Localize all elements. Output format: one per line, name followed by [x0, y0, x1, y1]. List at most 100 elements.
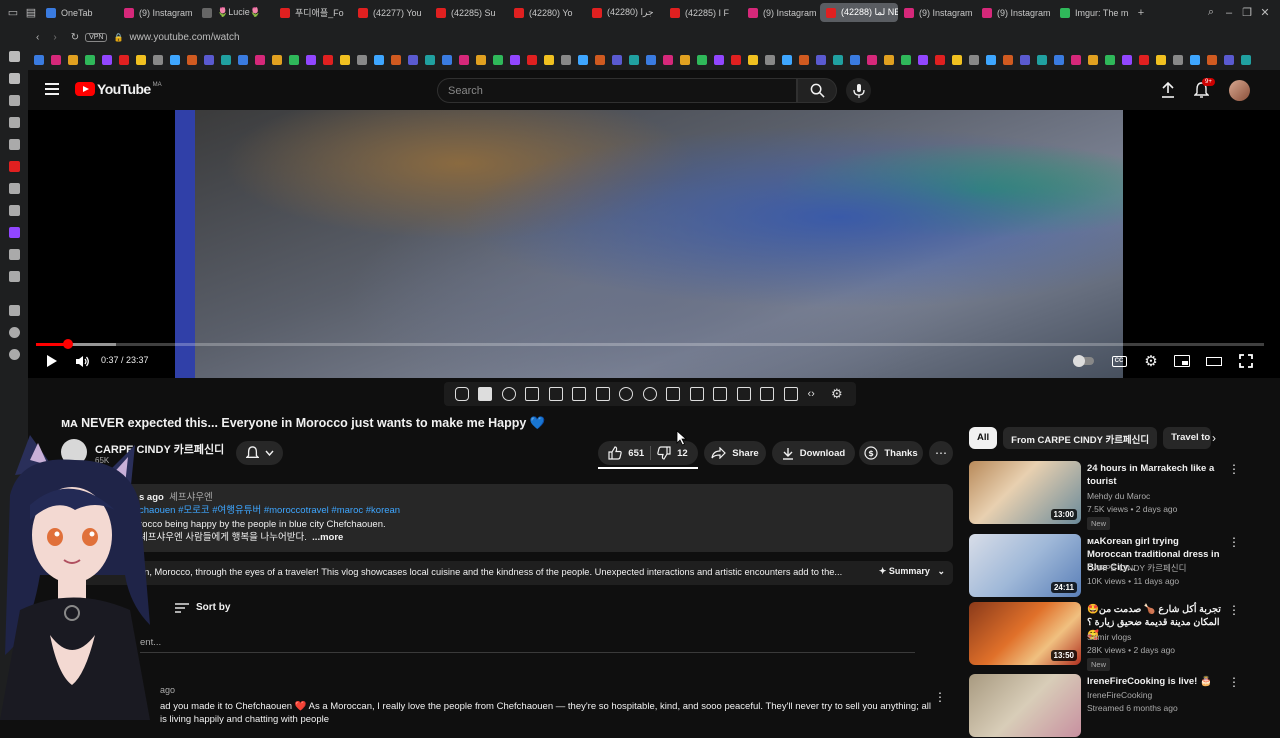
fullscreen-button[interactable] — [1237, 352, 1255, 370]
bookmark-icon[interactable] — [1122, 54, 1132, 65]
notifications-button[interactable]: 9+ — [1192, 78, 1215, 99]
chip-all[interactable]: All — [969, 427, 998, 449]
search-tabs-icon[interactable]: ⌕ — [1202, 4, 1220, 22]
video-thumbnail[interactable] — [969, 674, 1081, 737]
sidebar-twitch-icon[interactable] — [8, 227, 20, 238]
miniplayer-button[interactable] — [1173, 352, 1191, 370]
volume-button[interactable] — [74, 352, 90, 370]
bookmark-icon[interactable] — [68, 54, 78, 65]
scrubber-handle[interactable] — [62, 339, 73, 349]
reload-icon[interactable]: ↻ — [71, 32, 79, 43]
bookmark-icon[interactable] — [1020, 54, 1030, 65]
bookmark-icon[interactable] — [544, 54, 554, 65]
bookmark-icon[interactable] — [986, 54, 996, 65]
bookmark-icon[interactable] — [391, 54, 401, 65]
minimize-icon[interactable]: – — [1220, 4, 1238, 22]
restore-icon[interactable]: ❐ — [1238, 4, 1256, 22]
bookmark-icon[interactable] — [510, 54, 520, 65]
bookmark-icon[interactable] — [306, 54, 316, 65]
bookmark-icon[interactable] — [1241, 54, 1251, 65]
bookmark-icon[interactable] — [680, 54, 690, 65]
bookmark-icon[interactable] — [1037, 54, 1047, 65]
youtube-logo[interactable]: YouTube MA — [75, 81, 162, 97]
progress-bar[interactable] — [36, 339, 1264, 349]
bookmark-icon[interactable] — [357, 54, 367, 65]
recommendation-item[interactable]: 13:00 24 hours in Marrakech like a touri… — [969, 461, 1269, 530]
bookmark-icon[interactable] — [765, 54, 775, 65]
chips-next-button[interactable]: › — [1212, 431, 1216, 445]
popout-icon[interactable] — [572, 387, 587, 401]
bookmark-icon[interactable] — [969, 54, 979, 65]
recommendation-channel[interactable]: CARPE CINDY 카르페신디 — [1087, 562, 1186, 574]
show-more-link[interactable]: ...more — [312, 532, 343, 543]
menu-icon[interactable] — [45, 83, 59, 95]
recommendation-item[interactable]: 24:11 ᴍᴀKorean girl trying Moroccan trad… — [969, 534, 1269, 598]
tab-youtube[interactable]: (42285) I F — [664, 3, 742, 22]
bookmark-icon[interactable] — [51, 54, 61, 65]
recommendation-item[interactable]: 13:50 🤩تجربة أكل شارع 🍗 صدمت من المكان م… — [969, 602, 1269, 671]
bookmark-icon[interactable] — [646, 54, 656, 65]
subscription-bell-button[interactable] — [236, 441, 283, 465]
tab-instagram[interactable]: (9) Instagram — [976, 3, 1054, 22]
screenshot-icon[interactable] — [760, 387, 775, 401]
recommendation-menu-button[interactable]: ⋮ — [1228, 603, 1240, 617]
sidebar-x-icon[interactable] — [8, 139, 20, 150]
audio-icon[interactable] — [501, 387, 516, 401]
stop-icon[interactable] — [478, 387, 493, 401]
description-box[interactable]: s ago 셰프샤우엔 chaouen #모로코 #여행유튜버 #morocco… — [61, 484, 953, 552]
tab-instagram[interactable]: (9) Instagram — [742, 3, 820, 22]
search-button[interactable] — [797, 78, 837, 103]
like-button[interactable]: 651 — [608, 446, 644, 460]
bookmark-icon[interactable] — [697, 54, 707, 65]
video-thumbnail[interactable]: 13:00 — [969, 461, 1081, 524]
summary-button[interactable]: ✦ Summary ⌄ — [870, 566, 945, 577]
bookmark-icon[interactable] — [238, 54, 248, 65]
recommendation-title[interactable]: 24 hours in Marrakech like a tourist — [1087, 462, 1221, 488]
video-thumbnail[interactable]: 24:11 — [969, 534, 1081, 597]
browser-menu-icon[interactable]: ▭ — [4, 4, 22, 22]
bookmark-icon[interactable] — [561, 54, 571, 65]
bookmark-icon[interactable] — [187, 54, 197, 65]
tab-tiktok[interactable]: 🌷Lucie🌷 — [196, 3, 274, 22]
bookmark-icon[interactable] — [663, 54, 673, 65]
bookmark-icon[interactable] — [748, 54, 758, 65]
autoplay-toggle[interactable] — [1072, 352, 1096, 370]
chip-from-channel[interactable]: From CARPE CINDY 카르페신디 — [1003, 427, 1158, 449]
bookmark-icon[interactable] — [578, 54, 588, 65]
tab-instagram[interactable]: (9) Instagram — [898, 3, 976, 22]
recommendation-title[interactable]: IreneFireCooking is live! 🎂 — [1087, 675, 1221, 688]
watch-icon[interactable] — [525, 387, 540, 401]
bookmark-icon[interactable] — [799, 54, 809, 65]
bookmark-icon[interactable] — [1139, 54, 1149, 65]
bookmark-icon[interactable] — [731, 54, 741, 65]
bookmark-icon[interactable] — [255, 54, 265, 65]
sidebar-youtube-icon[interactable] — [8, 161, 20, 172]
bookmark-icon[interactable] — [85, 54, 95, 65]
bookmark-icon[interactable] — [170, 54, 180, 65]
back-icon[interactable]: ‹ — [36, 32, 39, 43]
bookmark-icon[interactable] — [901, 54, 911, 65]
new-tab-button[interactable]: + — [1132, 4, 1150, 22]
bookmark-icon[interactable] — [782, 54, 792, 65]
close-icon[interactable]: ✕ — [1256, 4, 1274, 22]
bookmark-icon[interactable] — [1224, 54, 1234, 65]
upload-button[interactable] — [1159, 81, 1177, 99]
bookmark-icon[interactable] — [1105, 54, 1115, 65]
bookmark-icon[interactable] — [629, 54, 639, 65]
bookmark-icon[interactable] — [323, 54, 333, 65]
loop-icon[interactable] — [454, 387, 469, 401]
tab-youtube[interactable]: (42285) Su — [430, 3, 508, 22]
hide-icon[interactable] — [619, 387, 634, 401]
bookmark-icon[interactable] — [884, 54, 894, 65]
bookmark-icon[interactable] — [221, 54, 231, 65]
bookmark-icon[interactable] — [493, 54, 503, 65]
search-input[interactable]: Search — [437, 78, 797, 103]
bookmark-icon[interactable] — [119, 54, 129, 65]
bookmark-icon[interactable] — [1071, 54, 1081, 65]
bookmark-icon[interactable] — [425, 54, 435, 65]
sidebar-history-icon[interactable] — [8, 327, 20, 338]
bookmark-icon[interactable] — [867, 54, 877, 65]
bookmark-icon[interactable] — [595, 54, 605, 65]
bookmark-icon[interactable] — [136, 54, 146, 65]
bookmark-icon[interactable] — [1190, 54, 1200, 65]
